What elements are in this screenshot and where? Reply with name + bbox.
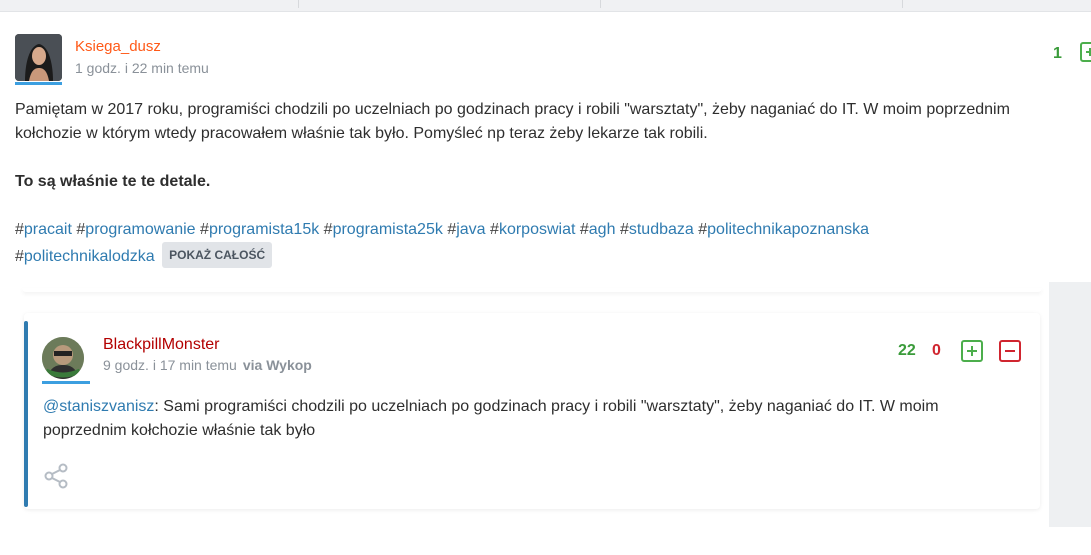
tag-list: #pracait #programowanie #programista15k …	[15, 218, 1055, 269]
tab-separator	[902, 0, 903, 8]
tag-link[interactable]: programista15k	[209, 221, 319, 238]
post-vote-count: 1	[1053, 45, 1062, 62]
post-body: Pamiętam w 2017 roku, programiści chodzi…	[15, 98, 1055, 269]
tag-link[interactable]: java	[456, 221, 485, 238]
share-icon[interactable]	[43, 463, 69, 489]
reply-mention[interactable]: @staniszvanisz	[43, 398, 154, 415]
author-avatar[interactable]	[15, 34, 62, 81]
tag-link[interactable]: politechnikalodzka	[24, 248, 155, 265]
reply-text: : Sami programiści chodzili po uczelniac…	[43, 398, 939, 439]
avatar-underline	[15, 82, 62, 85]
tab-separator	[298, 0, 299, 8]
tag-link[interactable]: politechnikapoznanska	[707, 221, 869, 238]
show-all-button[interactable]: POKAŻ CAŁOŚĆ	[162, 242, 273, 268]
tag-link[interactable]: studbaza	[629, 221, 694, 238]
plus-icon[interactable]	[961, 340, 983, 362]
reply-time: 9 godz. i 17 min temu via Wykop	[103, 357, 312, 373]
tag-link[interactable]: korposwiat	[499, 221, 575, 238]
tag-link[interactable]: pracait	[24, 221, 72, 238]
post-time: 1 godz. i 22 min temu	[75, 60, 209, 76]
tab-separator	[600, 0, 601, 8]
minus-icon[interactable]	[999, 340, 1021, 362]
top-tab-bar	[0, 0, 1091, 12]
post-author[interactable]: Ksiega_dusz	[75, 38, 161, 55]
reply-minus-count: 0	[932, 342, 941, 359]
reply-indicator-bar	[24, 321, 28, 507]
tag-link[interactable]: programista25k	[333, 221, 443, 238]
avatar-underline	[42, 381, 90, 384]
tag-link[interactable]: agh	[589, 221, 616, 238]
post-divider	[22, 288, 1042, 292]
reply-time-text: 9 godz. i 17 min temu	[103, 357, 237, 373]
reply-avatar[interactable]	[42, 337, 84, 379]
reply-body: @staniszvanisz: Sami programiści chodzil…	[43, 395, 993, 443]
reply-via: via Wykop	[242, 357, 312, 373]
side-scroll-area	[1049, 282, 1091, 527]
reply-comment: BlackpillMonster 9 godz. i 17 min temu vi…	[24, 313, 1040, 509]
post-paragraph-bold: To są właśnie te te detale.	[15, 173, 211, 190]
tag-link[interactable]: programowanie	[85, 221, 195, 238]
plus-icon[interactable]	[1080, 42, 1091, 62]
reply-author[interactable]: BlackpillMonster	[103, 336, 219, 354]
post-paragraph: Pamiętam w 2017 roku, programiści chodzi…	[15, 101, 1010, 142]
reply-plus-count: 22	[898, 342, 916, 359]
